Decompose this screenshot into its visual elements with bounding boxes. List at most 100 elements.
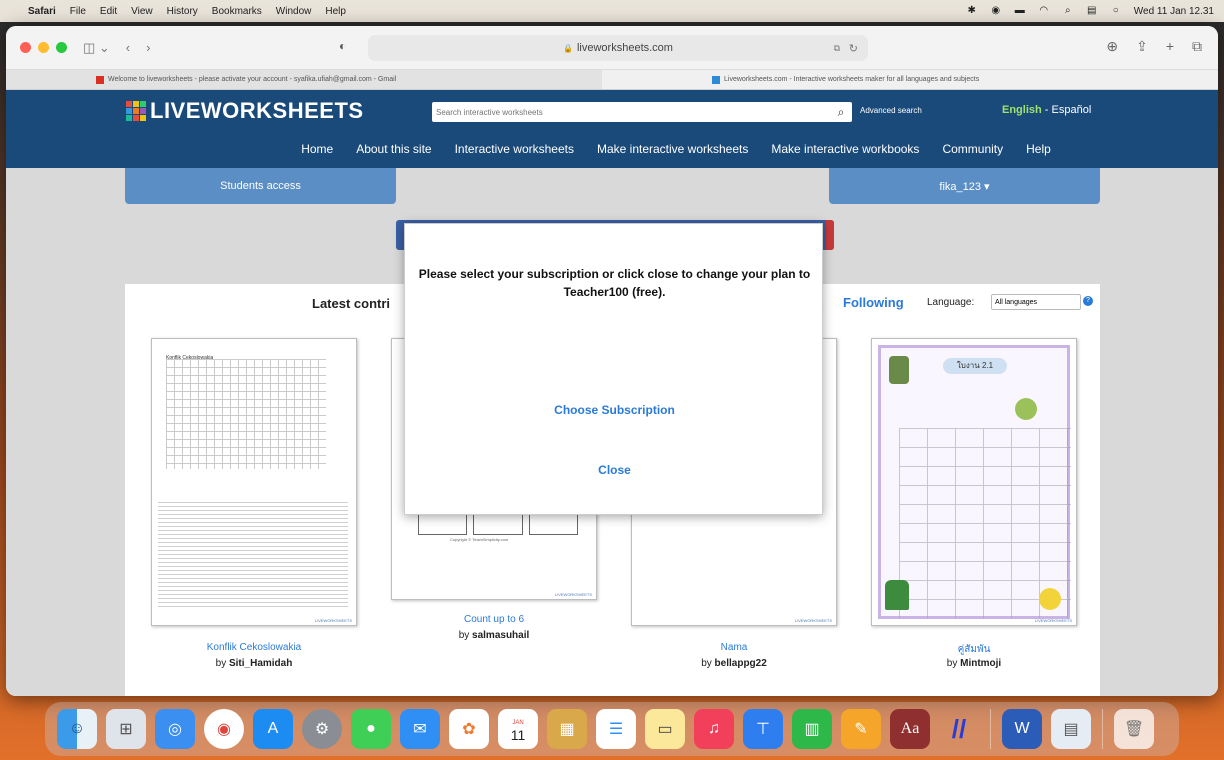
tab-gmail[interactable]: Welcome to liveworksheets - please activ…	[6, 70, 602, 89]
app-store-icon[interactable]: A	[253, 709, 293, 749]
worksheet-3-title-link[interactable]: Nama	[629, 642, 839, 653]
language-select[interactable]: All languages	[991, 294, 1081, 310]
system-preferences-icon[interactable]: ⚙	[302, 709, 342, 749]
sidebar-toggle-icon[interactable]: ◫ ⌄	[83, 40, 110, 56]
keynote-icon[interactable]: ⊤	[743, 709, 783, 749]
translate-icon[interactable]: ⧉	[834, 43, 840, 54]
worksheet-2-author-name[interactable]: salmasuhail	[472, 630, 529, 641]
worksheet-4-title-link[interactable]: คู่สัมพัน	[869, 642, 1079, 657]
site-search-input[interactable]	[432, 107, 830, 117]
slash-app-icon[interactable]: //	[939, 709, 979, 749]
battery-icon[interactable]: ▬	[1014, 5, 1026, 17]
lang-spanish-link[interactable]: Español	[1052, 104, 1092, 116]
word-icon[interactable]: W	[1002, 709, 1042, 749]
worksheet-4-author: by Mintmoji	[869, 658, 1079, 669]
nav-community[interactable]: Community	[942, 142, 1003, 156]
launchpad-icon[interactable]: ⊞	[106, 709, 146, 749]
worksheet-1-author-name[interactable]: Siti_Hamidah	[229, 658, 292, 669]
numbers-icon[interactable]: ▥	[792, 709, 832, 749]
bluetooth-icon[interactable]: ✱	[966, 5, 978, 17]
finder-icon[interactable]: ☺	[57, 709, 97, 749]
messages-icon[interactable]: ●	[351, 709, 391, 749]
chrome-icon[interactable]: ◉	[204, 709, 244, 749]
close-modal-button[interactable]: Close	[405, 463, 824, 477]
back-icon[interactable]: ‹	[126, 40, 130, 55]
menu-history[interactable]: History	[167, 6, 198, 17]
nav-make-worksheets[interactable]: Make interactive worksheets	[597, 142, 748, 156]
dock-separator	[1102, 709, 1103, 749]
language-switcher: English - Español	[1002, 104, 1091, 116]
music-icon[interactable]: ♫	[694, 709, 734, 749]
trash-icon[interactable]: 🗑	[1114, 709, 1154, 749]
menu-app-safari[interactable]: Safari	[28, 6, 56, 17]
downloads-icon[interactable]: ⊕	[1106, 38, 1118, 55]
menu-view[interactable]: View	[131, 6, 153, 17]
students-access-button[interactable]: Students access	[125, 168, 396, 204]
forward-icon[interactable]: ›	[146, 40, 150, 55]
notes-yellow-icon[interactable]: ▦	[547, 709, 587, 749]
worksheet-card-4[interactable]: ใบงาน 2.1 LIVEWORKSHEETS	[871, 338, 1077, 626]
share-icon[interactable]: ⇪	[1136, 38, 1148, 55]
user-menu-button[interactable]: fika_123 ▾	[829, 168, 1100, 204]
worksheet-3-author-name[interactable]: bellappg22	[715, 658, 767, 669]
zoom-window-button[interactable]	[56, 42, 67, 53]
new-tab-icon[interactable]: +	[1166, 38, 1174, 55]
site-nav: Home About this site Interactive workshe…	[6, 142, 1218, 156]
nav-interactive-worksheets[interactable]: Interactive worksheets	[455, 142, 574, 156]
nav-about[interactable]: About this site	[356, 142, 431, 156]
avocado-icon	[1015, 398, 1037, 420]
worksheet-card-1[interactable]: Konflik Cekoslowakia LIVEWORKSHEETS	[151, 338, 357, 626]
calendar-icon[interactable]: JAN 11	[498, 709, 538, 749]
advanced-search-link[interactable]: Advanced search	[860, 106, 922, 115]
choose-subscription-button[interactable]: Choose Subscription	[405, 403, 824, 417]
latest-contributions-heading: Latest contri	[312, 296, 391, 311]
pages-icon[interactable]: ✎	[841, 709, 881, 749]
menubar-datetime[interactable]: Wed 11 Jan 12.31	[1134, 6, 1214, 17]
gmail-favicon-icon	[96, 75, 104, 84]
worksheet-1-title-link[interactable]: Konflik Cekoslowakia	[149, 642, 359, 653]
photos-icon[interactable]: ✿	[449, 709, 489, 749]
nav-make-workbooks[interactable]: Make interactive workbooks	[771, 142, 919, 156]
dictionary-icon[interactable]: Aa	[890, 709, 930, 749]
address-bar[interactable]: 🔒 liveworksheets.com ⧉ ↻	[368, 35, 868, 61]
language-help-icon[interactable]: ?	[1083, 296, 1093, 306]
worksheet-4-author-name[interactable]: Mintmoji	[960, 658, 1001, 669]
search-icon[interactable]: ⌕	[830, 102, 852, 122]
lang-english-link[interactable]: English	[1002, 104, 1042, 116]
status-circle-icon[interactable]: ◉	[990, 5, 1002, 17]
nav-home[interactable]: Home	[301, 142, 333, 156]
control-center-icon[interactable]: ▤	[1086, 5, 1098, 17]
menu-window[interactable]: Window	[276, 6, 312, 17]
dictionary-glyph: Aa	[900, 720, 920, 737]
spotlight-search-icon[interactable]: ⌕	[1062, 5, 1074, 17]
tab-overview-icon[interactable]: ⧉	[1192, 38, 1202, 55]
tab-liveworksheets[interactable]: Liveworksheets.com - Interactive workshe…	[602, 70, 1218, 89]
notes-icon[interactable]: ▭	[645, 709, 685, 749]
privacy-shield-icon[interactable]: ◐	[339, 39, 346, 53]
site-logo[interactable]: LIVEWORKSHEETS	[126, 98, 364, 124]
following-link[interactable]: Following	[843, 295, 904, 310]
address-url: liveworksheets.com	[576, 42, 673, 54]
worksheet-2-title-link[interactable]: Count up to 6	[389, 614, 599, 625]
menu-edit[interactable]: Edit	[100, 6, 117, 17]
menu-bookmarks[interactable]: Bookmarks	[212, 6, 262, 17]
safari-icon[interactable]: ◎	[155, 709, 195, 749]
child-illustration-icon	[889, 356, 909, 384]
menu-file[interactable]: File	[70, 6, 86, 17]
close-window-button[interactable]	[20, 42, 31, 53]
subscription-modal: Please select your subscription or click…	[404, 223, 823, 515]
thai-sheet-title: ใบงาน 2.1	[943, 358, 1007, 374]
crossword-clues-thumbnail	[158, 499, 348, 609]
liveworksheets-mark: LIVEWORKSHEETS	[1034, 618, 1072, 623]
siri-icon[interactable]: ○	[1110, 5, 1122, 17]
menu-help[interactable]: Help	[325, 6, 346, 17]
minimize-window-button[interactable]	[38, 42, 49, 53]
reload-icon[interactable]: ↻	[849, 42, 858, 55]
reminders-icon[interactable]: ☰	[596, 709, 636, 749]
nav-help[interactable]: Help	[1026, 142, 1051, 156]
wifi-icon[interactable]: ◠	[1038, 5, 1050, 17]
preview-icon[interactable]: ▤	[1051, 709, 1091, 749]
mail-icon[interactable]: ✉	[400, 709, 440, 749]
dock-separator	[990, 709, 991, 749]
worksheet-4-by-label: by	[946, 658, 961, 669]
